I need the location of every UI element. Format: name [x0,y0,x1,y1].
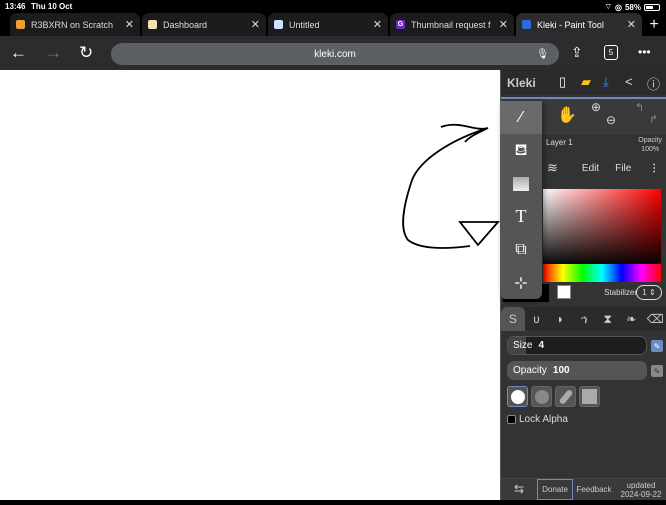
size-label: Size [513,340,533,351]
dashboard-icon [148,20,157,29]
tab-label: Kleki - Paint Tool [537,19,604,30]
new-tab-button[interactable]: + [644,13,664,36]
chisel-tip[interactable] [555,386,576,407]
edit-menu[interactable]: Edit [582,163,599,174]
orientation-lock-icon: ◎ [615,2,622,12]
back-icon[interactable]: ← [10,43,27,63]
layer-opacity-value: 100% [641,146,660,153]
layer-opacity-label: Opacity [638,137,662,144]
redo-icon[interactable]: ↱ [649,113,658,126]
browser-tab-active[interactable]: Kleki - Paint Tool ✕ [516,13,642,36]
battery-icon [644,3,660,11]
close-tab-icon[interactable]: ✕ [499,18,508,31]
tab-label: Thumbnail request f [411,19,491,30]
browser-toolbar: ← → ↻ kleki.com 🎙 ⇪ ••• [0,36,666,70]
status-time: 13:46 [5,2,26,11]
more-menu-icon[interactable]: ⋮ [649,163,659,174]
close-tab-icon[interactable]: ✕ [627,18,636,31]
size-pressure-toggle[interactable]: ✎ [651,340,663,352]
browser-tab[interactable]: Untitled ✕ [268,13,388,36]
hand-tool-icon[interactable]: ✋ [557,105,577,125]
kleki-icon [522,20,531,29]
fill-tool-icon[interactable]: ⛾ [500,134,542,167]
wifi-icon: ⌔ [604,2,612,11]
zoom-out-icon[interactable]: ⊖ [606,113,616,127]
size-value: 4 [538,340,545,351]
chemy-brush-tab[interactable]: ⧗ [596,307,620,331]
file-menu[interactable]: File [615,163,631,174]
hue-slider[interactable] [543,264,661,282]
brush-tool-icon[interactable]: ⁄ [500,101,542,134]
text-tool-icon[interactable]: T [500,200,542,233]
forward-icon[interactable]: → [45,43,62,63]
tab-overview-button[interactable]: 5 [604,45,618,60]
layer-name[interactable]: Layer 1 [546,138,573,147]
reload-icon[interactable]: ↻ [79,43,93,63]
status-bar: 13:46 Thu 10 Oct ⌔ ◎ 58% [0,0,666,12]
tab-label: R3BXRN on Scratch [31,19,114,30]
url-text: kleki.com [314,48,356,60]
tab-label: Dashboard [163,19,208,30]
battery-percent: 58% [624,2,641,12]
zoom-in-icon[interactable]: ⊕ [591,100,601,114]
color-picker-sv[interactable] [543,189,661,267]
untitled-icon [274,20,283,29]
blend-brush-tab[interactable]: ʋ [525,307,549,331]
brush-tabs: S ʋ ◗ ኅ ⧗ ❧ ⌫ [501,307,666,331]
shape-tool-icon[interactable]: ⧉ [500,233,542,266]
gradient-tool-icon[interactable] [500,167,542,200]
browser-tab[interactable]: G Thumbnail request f ✕ [390,13,514,36]
share-icon[interactable]: < [625,74,633,89]
more-icon[interactable]: ••• [638,45,651,59]
share-icon[interactable]: ⇪ [571,44,583,61]
download-icon[interactable]: ⤓ [603,74,609,90]
size-slider[interactable]: Size 4 [507,336,647,355]
opacity-label: Opacity [513,365,547,376]
close-tab-icon[interactable]: ✕ [251,18,260,31]
opacity-slider[interactable]: Opacity 100 [507,361,647,380]
tab-label: Untitled [289,19,320,30]
donate-button[interactable]: Donate [537,479,573,500]
smudge-brush-tab[interactable]: ❧ [620,307,644,331]
status-date: Thu 10 Oct [31,2,73,11]
tool-popup: ⁄ ⛾ T ⧉ ⊹ [500,101,542,299]
square-tip[interactable] [579,386,600,407]
layers-icon[interactable]: ≋ [547,160,558,176]
swap-side-icon[interactable]: ⇆ [501,479,537,500]
undo-icon[interactable]: ↰ [635,101,644,114]
address-bar[interactable]: kleki.com 🎙 [111,43,559,65]
lock-alpha-checkbox[interactable]: Lock Alpha [507,414,568,425]
eraser-tab[interactable]: ⌫ [643,307,666,331]
browser-tab[interactable]: Dashboard ✕ [142,13,266,36]
opacity-value: 100 [552,365,570,376]
close-tab-icon[interactable]: ✕ [125,18,134,31]
updated-label: updated [626,480,656,490]
lock-alpha-label: Lock Alpha [519,414,568,425]
soft-tip[interactable] [531,386,552,407]
drawing-canvas[interactable] [0,70,500,500]
open-folder-icon[interactable]: ▰ [581,74,591,90]
microphone-icon[interactable]: 🎙 [536,49,549,60]
scratch-icon [16,20,25,29]
close-tab-icon[interactable]: ✕ [373,18,382,31]
new-image-icon[interactable]: ▯ [559,74,566,90]
round-tip[interactable] [507,386,528,407]
select-tool-icon[interactable]: ⊹ [500,266,542,299]
help-icon[interactable]: ⓘ [647,74,660,93]
browser-tab-bar: R3BXRN on Scratch ✕ Dashboard ✕ Untitled… [0,13,666,36]
stabilizer-select[interactable]: 1 ⇕ [636,285,662,300]
updated-date: 2024-09-22 [620,489,662,499]
panel-footer: ⇆ Donate Feedback updated 2024-09-22 [501,478,666,500]
drawn-arrow [402,123,500,249]
kleki-logo: Kleki [507,75,536,90]
browser-tab[interactable]: R3BXRN on Scratch ✕ [10,13,140,36]
pen-brush-tab[interactable]: S [501,307,525,331]
pixel-brush-tab[interactable]: ኅ [572,307,596,331]
opacity-pressure-toggle[interactable]: ✎ [651,365,663,377]
secondary-color-swatch[interactable] [557,285,571,299]
g-icon: G [396,20,405,29]
feedback-button[interactable]: Feedback [573,479,615,500]
sketchy-brush-tab[interactable]: ◗ [548,307,572,331]
stabilizer-label: Stabilizer [604,288,637,297]
